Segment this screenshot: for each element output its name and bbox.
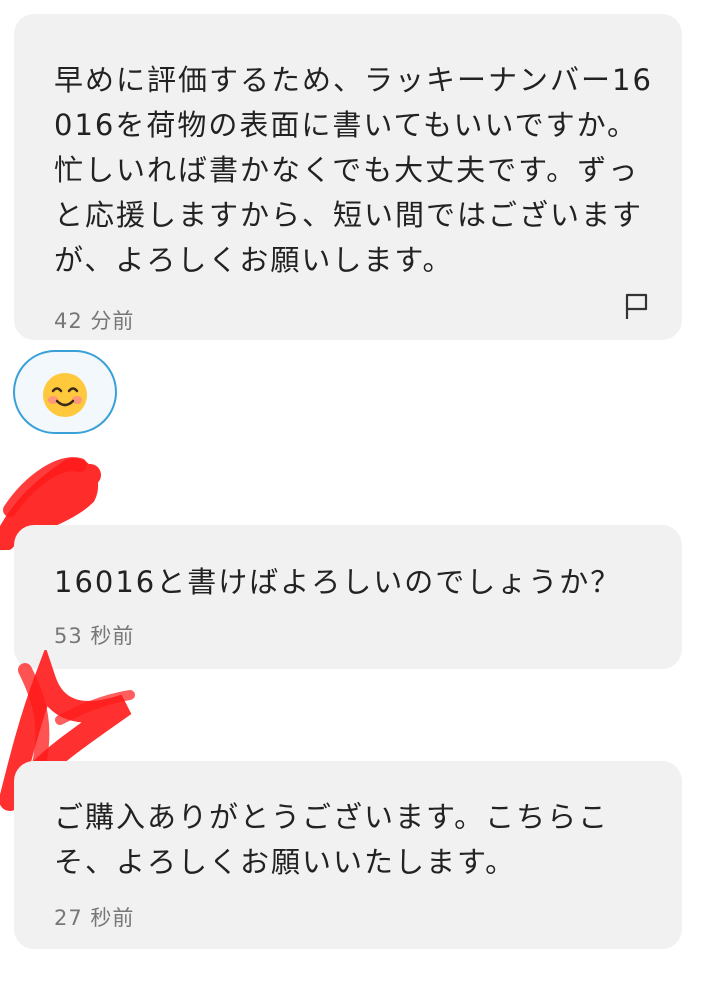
message-timestamp: 27 秒前: [54, 906, 135, 930]
smiling-face-icon: [43, 373, 87, 417]
message-text: ご購入ありがとうございます。こちらこそ、よろしくお願いいたします。: [54, 800, 610, 879]
message-timestamp: 42 分前: [54, 309, 135, 333]
message-text: 早めに評価するため、ラッキーナンバー16016を荷物の表面に書いてもいいですか。…: [54, 63, 653, 277]
message-bubble-1[interactable]: 早めに評価するため、ラッキーナンバー16016を荷物の表面に書いてもいいですか。…: [14, 14, 682, 340]
reaction-button[interactable]: [13, 350, 117, 434]
message-timestamp: 53 秒前: [54, 624, 135, 648]
message-text: 16016と書けばよろしいのでしょうか？: [54, 565, 622, 599]
message-bubble-2[interactable]: 16016と書けばよろしいのでしょうか？ 53 秒前: [14, 525, 682, 669]
message-bubble-3[interactable]: ご購入ありがとうございます。こちらこそ、よろしくお願いいたします。 27 秒前: [14, 761, 682, 949]
flag-icon[interactable]: [624, 292, 650, 320]
